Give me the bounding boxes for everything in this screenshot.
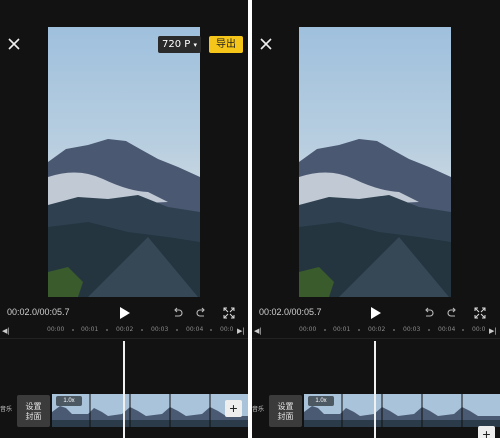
ruler-dot <box>393 329 395 331</box>
ruler-dot <box>141 329 143 331</box>
ruler-tick: 00:01 <box>333 326 351 333</box>
play-icon[interactable] <box>370 306 382 320</box>
cover-label-line2: 封面 <box>277 412 294 421</box>
resolution-label: 720 P <box>162 39 191 50</box>
cover-label-line1: 设置 <box>277 402 294 411</box>
timeline-ruler[interactable]: ◀| 00:00 00:01 00:02 00:03 00:04 00:0 ▶| <box>0 326 248 338</box>
video-preview[interactable] <box>48 27 200 297</box>
ruler-tick: 00:01 <box>81 326 99 333</box>
speed-badge: 1.0x <box>308 396 334 406</box>
playhead[interactable] <box>123 341 125 438</box>
ruler-tick: 00:02 <box>368 326 386 333</box>
ruler-dot <box>428 329 430 331</box>
plus-icon[interactable]: + <box>478 426 495 438</box>
ruler-dot <box>210 329 212 331</box>
export-button[interactable]: 导出 <box>209 36 243 53</box>
redo-icon[interactable] <box>446 307 458 319</box>
caret-down-icon: ▾ <box>193 41 197 49</box>
ruler-tick: 00:04 <box>186 326 204 333</box>
plus-icon[interactable]: + <box>225 400 242 417</box>
cover-label-line2: 封面 <box>25 412 42 421</box>
time-display: 00:02.0/00:05.7 <box>7 307 70 317</box>
ruler-tick: 00:00 <box>299 326 317 333</box>
cover-label-line1: 设置 <box>25 402 42 411</box>
ruler-tick: 00:03 <box>151 326 169 333</box>
music-track-label[interactable]: 音乐 <box>252 404 264 413</box>
music-track-label[interactable]: 音乐 <box>0 404 12 413</box>
skip-start-icon[interactable]: ◀| <box>2 327 10 335</box>
timeline-divider <box>252 338 500 339</box>
ruler-dot <box>106 329 108 331</box>
ruler-dot <box>72 329 74 331</box>
ruler-tick: 00:0 <box>472 326 486 333</box>
editor-panel-left: 720 P ▾ 导出 00:02.0/00:05.7 ◀| 00:00 00:0… <box>0 0 248 438</box>
skip-end-icon[interactable]: ▶| <box>237 327 245 335</box>
ruler-dot <box>358 329 360 331</box>
ruler-tick: 00:0 <box>220 326 234 333</box>
fullscreen-icon[interactable] <box>223 307 235 319</box>
undo-icon[interactable] <box>172 307 184 319</box>
ruler-tick: 00:02 <box>116 326 134 333</box>
video-preview[interactable] <box>299 27 451 297</box>
speed-badge: 1.0x <box>56 396 82 406</box>
timeline-ruler[interactable]: ◀| 00:00 00:01 00:02 00:03 00:04 00:0 ▶| <box>252 326 500 338</box>
time-display: 00:02.0/00:05.7 <box>259 307 322 317</box>
ruler-tick: 00:03 <box>403 326 421 333</box>
set-cover-button[interactable]: 设置 封面 <box>269 395 302 427</box>
editor-panel-right: 00:02.0/00:05.7 ◀| 00:00 00:01 00:02 00:… <box>252 0 500 438</box>
skip-end-icon[interactable]: ▶| <box>489 327 497 335</box>
redo-icon[interactable] <box>195 307 207 319</box>
ruler-dot <box>176 329 178 331</box>
ruler-tick: 00:00 <box>47 326 65 333</box>
fullscreen-icon[interactable] <box>474 307 486 319</box>
close-icon[interactable] <box>259 37 273 51</box>
play-icon[interactable] <box>119 306 131 320</box>
undo-icon[interactable] <box>423 307 435 319</box>
playhead[interactable] <box>374 341 376 438</box>
close-icon[interactable] <box>7 37 21 51</box>
ruler-dot <box>462 329 464 331</box>
ruler-tick: 00:04 <box>438 326 456 333</box>
skip-start-icon[interactable]: ◀| <box>254 327 262 335</box>
timeline-divider <box>0 338 248 339</box>
ruler-dot <box>324 329 326 331</box>
resolution-selector[interactable]: 720 P ▾ <box>158 36 201 53</box>
set-cover-button[interactable]: 设置 封面 <box>17 395 50 427</box>
